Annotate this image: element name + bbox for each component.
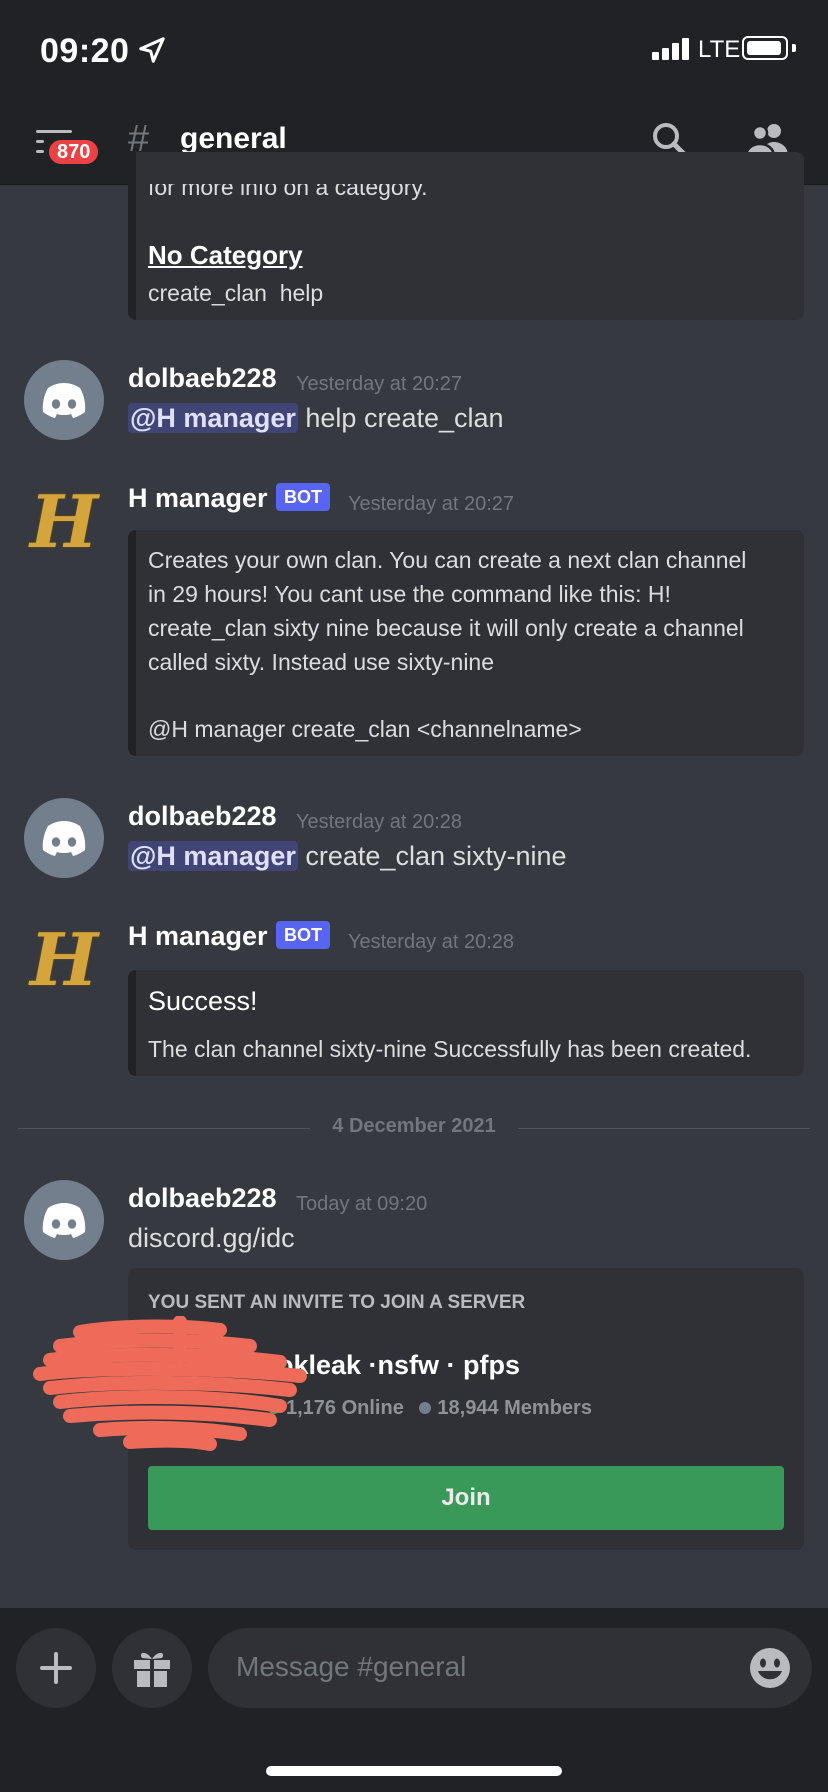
message-author[interactable]: H manager (128, 921, 268, 952)
embed-title: Success! (148, 986, 258, 1016)
message-content: @H manager create_clan sixty-nine (128, 841, 567, 872)
message-timestamp: Yesterday at 20:28 (348, 931, 515, 953)
signal-strength-icon (652, 38, 692, 60)
embed-line: called sixty. Instead use sixty-nine (148, 649, 495, 675)
members-dot (419, 1402, 432, 1415)
message-author[interactable]: H manager (128, 483, 268, 514)
redaction-scribble (33, 1316, 307, 1451)
message-author[interactable]: dolbaeb228 (128, 801, 277, 832)
date-divider-line (18, 1128, 310, 1129)
battery-icon (742, 36, 788, 60)
bot-avatar-h-logo[interactable]: H (24, 482, 104, 562)
help-embed-commands: create_clan help (148, 280, 324, 306)
message-timestamp: Yesterday at 20:27 (348, 493, 515, 515)
user-mention[interactable]: @H manager (128, 403, 298, 433)
message-author[interactable]: dolbaeb228 (128, 1183, 277, 1214)
message-content: @H manager help create_clan (128, 403, 504, 434)
message-timestamp: Yesterday at 20:27 (296, 373, 463, 395)
battery-tip (792, 44, 796, 52)
embed-description: The clan channel sixty-nine Successfully… (148, 1036, 752, 1062)
embed-line: in 29 hours! You cant use the command li… (148, 581, 671, 607)
emoji-icon[interactable] (748, 1646, 792, 1690)
status-time: 09:20 (40, 32, 130, 70)
message-input-placeholder: Message #general (236, 1651, 467, 1682)
user-mention[interactable]: @H manager (128, 841, 298, 871)
gift-button[interactable] (112, 1628, 192, 1708)
discord-logo-icon (42, 821, 86, 856)
help-embed-category-title: No Category (148, 240, 303, 270)
date-divider-label: 4 December 2021 (332, 1115, 496, 1137)
avatar[interactable] (24, 1180, 104, 1260)
invite-heading: YOU SENT AN INVITE TO JOIN A SERVER (148, 1292, 526, 1313)
bot-tag: BOT (276, 921, 330, 949)
join-button[interactable]: Join (148, 1466, 784, 1530)
bot-avatar-h-logo[interactable]: H (24, 920, 104, 1000)
discord-logo-icon (42, 383, 86, 418)
embed-line: Creates your own clan. You can create a … (148, 547, 747, 573)
avatar[interactable] (24, 798, 104, 878)
message-text: help create_clan (297, 403, 504, 433)
embed-line: create_clan sixty nine because it will o… (148, 615, 744, 641)
bot-tag: BOT (276, 483, 330, 511)
plus-icon (40, 1652, 72, 1684)
invite-stats: 1,176 Online 18,944 Members (268, 1397, 592, 1420)
embed-usage: @H manager create_clan <channelname> (148, 716, 582, 742)
avatar[interactable] (24, 360, 104, 440)
message-timestamp: Today at 09:20 (296, 1193, 428, 1215)
header-cover (0, 100, 828, 184)
message-timestamp: Yesterday at 20:28 (296, 811, 463, 833)
message-author[interactable]: dolbaeb228 (128, 363, 277, 394)
add-attachment-button[interactable] (16, 1628, 96, 1708)
home-indicator (266, 1766, 562, 1776)
message-text: create_clan sixty-nine (297, 841, 567, 871)
gift-icon (134, 1652, 170, 1687)
date-divider-line (518, 1128, 810, 1129)
carrier-label: LTE (698, 36, 741, 63)
invite-link[interactable]: discord.gg/idc (128, 1223, 295, 1254)
member-count: 18,944 Members (437, 1397, 592, 1419)
location-arrow-icon (139, 37, 165, 63)
discord-logo-icon (42, 1203, 86, 1238)
